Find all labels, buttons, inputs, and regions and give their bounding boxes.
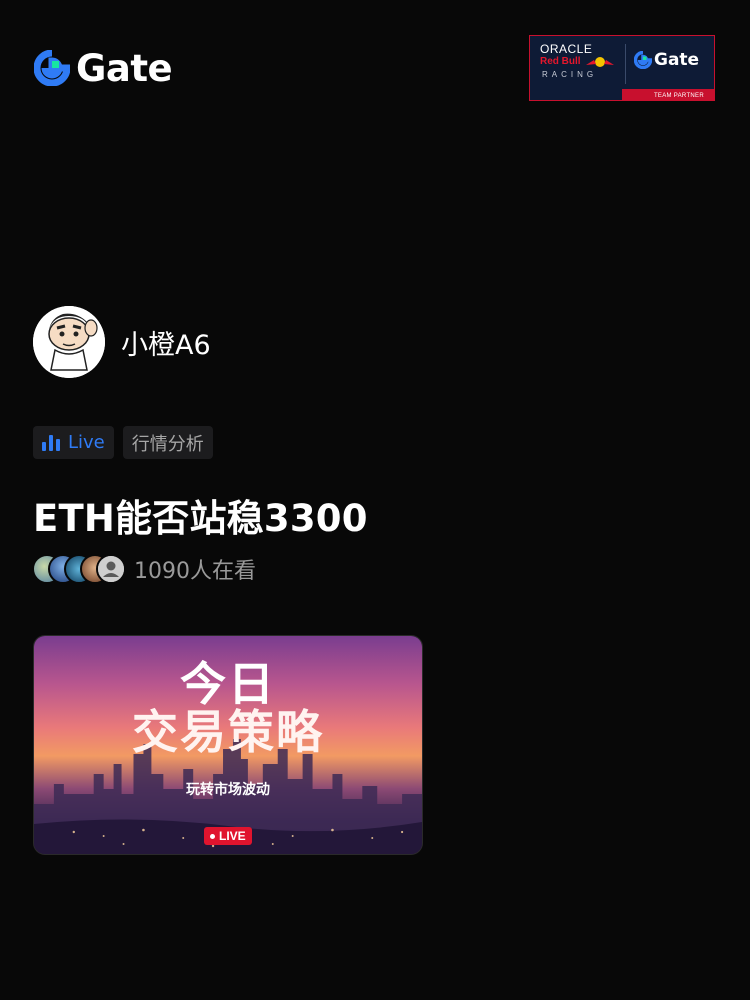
brand-name: Gate bbox=[76, 46, 173, 90]
host-name[interactable]: 小橙A6 bbox=[121, 323, 211, 362]
gate-logo[interactable]: Gate bbox=[34, 46, 173, 90]
red-bull-icon bbox=[586, 57, 614, 67]
cover-live-badge: LIVE bbox=[204, 827, 252, 845]
cartoon-boy-avatar-icon bbox=[33, 306, 105, 378]
host-avatar[interactable] bbox=[33, 306, 105, 378]
stream-tags: Live 行情分析 bbox=[33, 426, 213, 459]
partner-gate-text: Gate bbox=[654, 50, 700, 70]
viewer-avatars bbox=[32, 554, 126, 584]
cover-title-line2: 交易策略 bbox=[132, 705, 324, 759]
viewers-row: 1090人在看 bbox=[32, 553, 256, 585]
live-tag-label: Live bbox=[68, 432, 105, 453]
partner-racing-text: RACING bbox=[542, 70, 598, 79]
partner-strip: TEAM PARTNER bbox=[530, 89, 714, 100]
user-icon bbox=[98, 556, 124, 582]
team-partner-badge: ORACLE Red Bull RACING Gate TEAM PARTNER bbox=[529, 35, 715, 101]
bar-chart-icon bbox=[42, 434, 60, 451]
host-info[interactable]: 小橙A6 bbox=[33, 306, 211, 378]
viewer-avatar-default bbox=[96, 554, 126, 584]
partner-gate-logo: Gate bbox=[634, 50, 699, 70]
gate-logo-icon bbox=[634, 51, 652, 69]
gate-logo-icon bbox=[34, 50, 70, 86]
live-dot-icon bbox=[210, 833, 215, 839]
viewer-count: 1090人在看 bbox=[134, 559, 256, 584]
cover-subtitle: 玩转市场波动 bbox=[186, 782, 270, 798]
stream-title: ETH能否站稳3300 bbox=[33, 497, 368, 540]
partner-divider bbox=[625, 44, 626, 84]
topic-tag[interactable]: 行情分析 bbox=[122, 426, 213, 459]
partner-oracle-text: ORACLE bbox=[540, 42, 593, 56]
live-tag: Live bbox=[33, 426, 114, 459]
topic-tag-label: 行情分析 bbox=[131, 433, 204, 455]
cover-live-label: LIVE bbox=[219, 829, 246, 843]
partner-redbull-text: Red Bull bbox=[540, 56, 581, 67]
stream-cover[interactable]: 今日 交易策略 玩转市场波动 LIVE bbox=[33, 635, 423, 855]
partner-tagline: TEAM PARTNER bbox=[653, 93, 704, 99]
